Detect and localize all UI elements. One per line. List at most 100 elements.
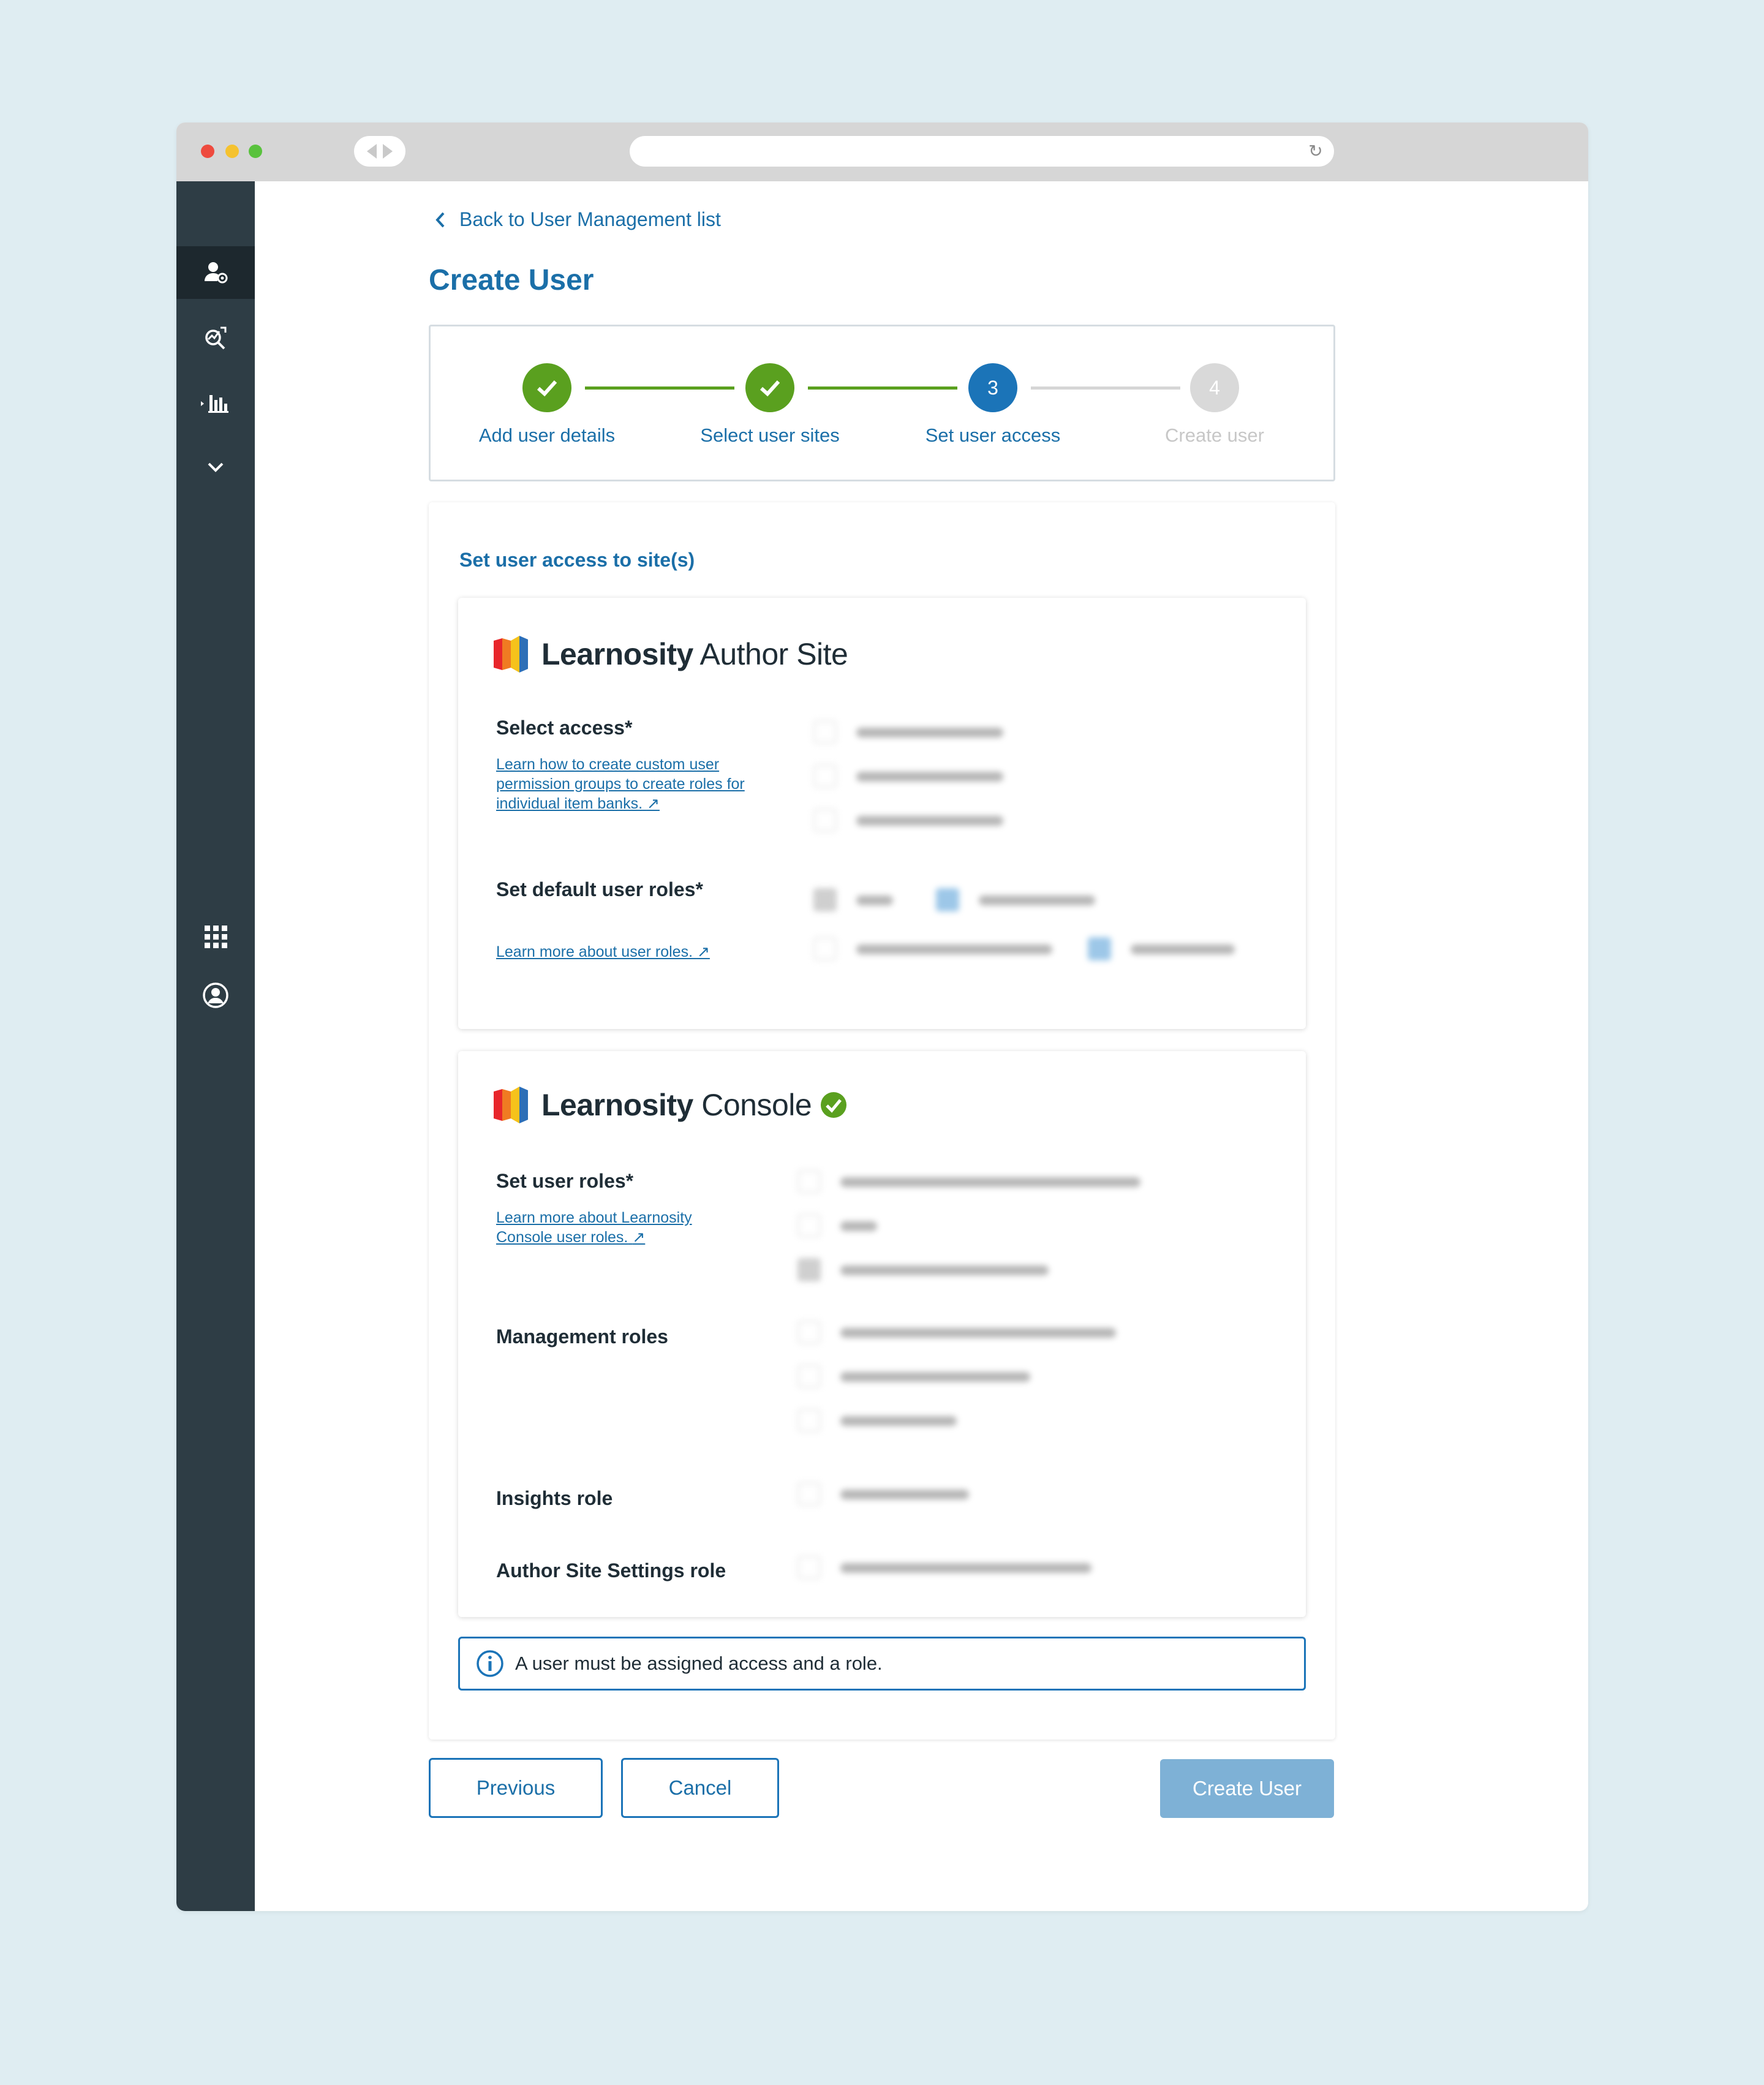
check-circle-icon: [821, 1092, 847, 1118]
back-link[interactable]: Back to User Management list: [434, 208, 721, 231]
section-heading: Set user access to site(s): [459, 549, 695, 571]
step-connector-2: [808, 386, 957, 390]
account-icon: [203, 982, 228, 1008]
role-checkbox[interactable]: [813, 888, 837, 911]
console-roles-help-text: Learn more about Learnosity Console user…: [496, 1209, 692, 1246]
role-option-text: [856, 895, 893, 905]
progress-stepper: 3 4 Add user details Select user sites S…: [429, 325, 1335, 481]
sidebar-item-insights[interactable]: [176, 311, 255, 364]
role-option-text: [856, 944, 1052, 954]
forward-arrow-icon[interactable]: [383, 144, 393, 159]
role-option-text: [979, 895, 1095, 905]
previous-button[interactable]: Previous: [429, 1758, 603, 1818]
page-title: Create User: [429, 264, 594, 296]
console-role-checkbox[interactable]: [797, 1170, 821, 1193]
bar-chart-icon: [201, 395, 228, 413]
access-option-text: [856, 728, 1003, 737]
author-site-brand: Learnosity Author Site: [541, 637, 848, 671]
management-role-checkbox[interactable]: [797, 1409, 821, 1432]
sidebar-expand[interactable]: [176, 441, 255, 494]
default-roles-help-text: Learn more about user roles.: [496, 943, 693, 960]
role-checkbox[interactable]: [813, 937, 837, 960]
check-icon: [537, 380, 557, 397]
info-notice: A user must be assigned access and a rol…: [458, 1637, 1306, 1691]
chevron-down-icon: [208, 462, 224, 472]
console-role-text: [840, 1221, 877, 1231]
default-roles-help-link[interactable]: Learn more about user roles. ↗: [496, 942, 710, 962]
access-checkbox[interactable]: [813, 764, 837, 788]
sidebar-item-apps[interactable]: [176, 910, 255, 963]
check-icon: [760, 380, 780, 397]
management-role-text: [840, 1328, 1116, 1338]
management-roles-label: Management roles: [496, 1325, 668, 1348]
select-access-help-text: Learn how to create custom user permissi…: [496, 756, 745, 812]
learnosity-logo-icon: [494, 1087, 528, 1123]
select-access-label: Select access*: [496, 717, 633, 739]
reload-icon[interactable]: ↻: [1307, 143, 1324, 160]
cancel-button[interactable]: Cancel: [621, 1758, 779, 1818]
step-4-number: 4: [1209, 376, 1220, 399]
step-4-pending: 4: [1190, 363, 1239, 412]
step-2-complete: [745, 363, 794, 412]
management-role-checkbox[interactable]: [797, 1365, 821, 1388]
step-connector-3: [1031, 386, 1180, 390]
author-settings-role-checkbox[interactable]: [797, 1556, 821, 1579]
maximize-window-dot[interactable]: [249, 145, 262, 158]
default-roles-label: Set default user roles*: [496, 878, 703, 900]
external-link-icon: ↗: [696, 943, 710, 960]
user-roles-label: Set user roles*: [496, 1170, 634, 1192]
role-checkbox[interactable]: [1088, 937, 1111, 960]
apps-grid-icon: [205, 926, 227, 948]
step-3-number: 3: [987, 376, 998, 399]
browser-toolbar: ↻: [176, 123, 1588, 181]
external-link-icon: ↗: [646, 795, 660, 812]
history-nav: [354, 136, 405, 167]
back-link-label: Back to User Management list: [459, 208, 721, 230]
select-access-help-link[interactable]: Learn how to create custom user permissi…: [496, 755, 753, 813]
console-role-text: [840, 1265, 1049, 1275]
console-role-checkbox[interactable]: [797, 1258, 821, 1281]
chevron-left-icon: [435, 212, 445, 227]
sidebar-item-reports[interactable]: [176, 376, 255, 429]
step-2-label: Select user sites: [700, 424, 840, 446]
management-role-text: [840, 1416, 957, 1426]
search-trend-icon: [205, 326, 227, 350]
user-settings-icon: [205, 262, 228, 284]
access-checkbox[interactable]: [813, 809, 837, 832]
role-option-text: [1131, 944, 1235, 954]
sidebar-item-account[interactable]: [176, 969, 255, 1022]
insights-role-label: Insights role: [496, 1487, 613, 1509]
address-bar[interactable]: ↻: [630, 136, 1334, 167]
step-1-complete: [522, 363, 571, 412]
notice-text: A user must be assigned access and a rol…: [515, 1653, 883, 1674]
management-role-checkbox[interactable]: [797, 1321, 821, 1344]
access-option-text: [856, 816, 1003, 826]
author-settings-role-label: Author Site Settings role: [496, 1559, 726, 1582]
author-site-card: Learnosity Author Site Select access* Le…: [458, 598, 1306, 1029]
close-window-dot[interactable]: [201, 145, 214, 158]
console-brand: Learnosity Console: [541, 1088, 812, 1122]
step-4-label: Create user: [1165, 424, 1264, 446]
console-logo: Learnosity Console: [494, 1085, 847, 1125]
step-3-label: Set user access: [925, 424, 1061, 446]
insights-role-checkbox[interactable]: [797, 1482, 821, 1506]
author-settings-role-text: [840, 1563, 1091, 1573]
insights-role-text: [840, 1490, 969, 1499]
learnosity-logo-icon: [494, 636, 528, 673]
step-3-current: 3: [968, 363, 1017, 412]
access-checkbox[interactable]: [813, 720, 837, 744]
app-sidebar: [176, 181, 255, 1911]
console-role-text: [840, 1177, 1140, 1187]
minimize-window-dot[interactable]: [225, 145, 239, 158]
access-option-text: [856, 772, 1003, 782]
back-arrow-icon[interactable]: [367, 144, 377, 159]
console-roles-help-link[interactable]: Learn more about Learnosity Console user…: [496, 1208, 717, 1247]
author-site-logo: Learnosity Author Site: [494, 635, 848, 674]
management-role-text: [840, 1372, 1030, 1382]
step-1-label: Add user details: [478, 424, 616, 446]
external-link-icon: ↗: [632, 1229, 646, 1246]
create-user-button[interactable]: Create User: [1160, 1759, 1334, 1818]
console-role-checkbox[interactable]: [797, 1214, 821, 1237]
role-checkbox[interactable]: [936, 888, 959, 911]
sidebar-item-user-management[interactable]: [176, 246, 255, 299]
